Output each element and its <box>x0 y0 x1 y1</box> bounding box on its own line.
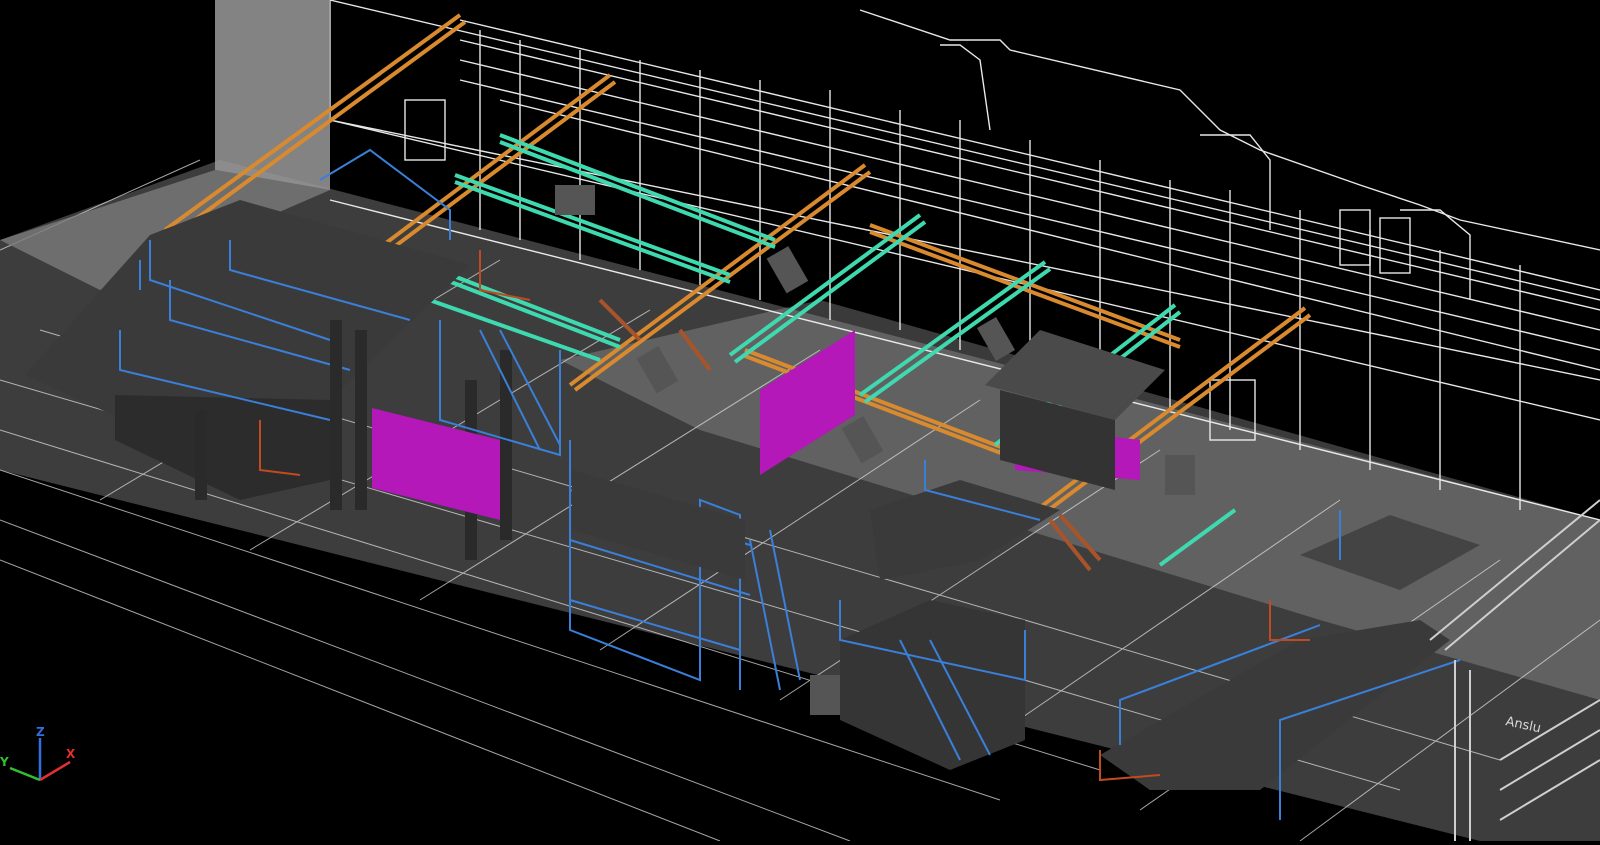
ucs-x-axis <box>39 760 71 782</box>
ucs-icon[interactable]: Z X Y <box>0 725 76 782</box>
ucs-y-label: Y <box>0 755 9 769</box>
ucs-x-label: X <box>66 747 76 761</box>
ucs-y-axis <box>9 766 41 782</box>
model-space-canvas[interactable]: Anslu Z X Y <box>0 0 1600 842</box>
cad-3d-viewport[interactable]: Anslu Z X Y <box>0 0 1600 842</box>
ucs-z-label: Z <box>36 725 45 739</box>
